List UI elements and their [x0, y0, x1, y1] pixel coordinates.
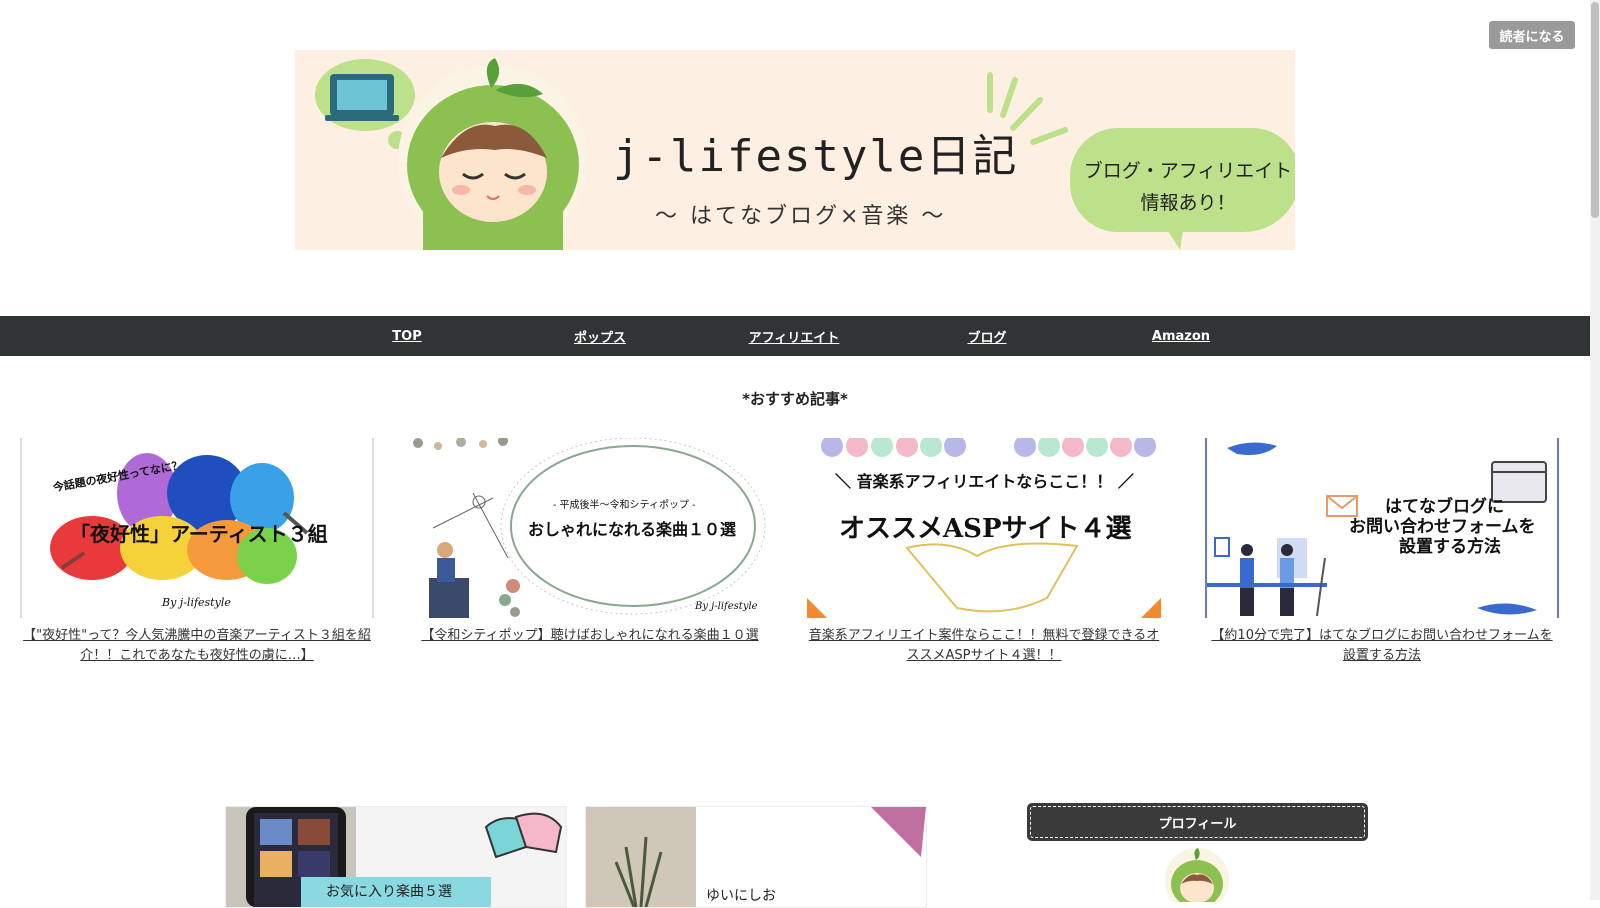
- nav-item-top[interactable]: TOP: [392, 316, 421, 356]
- thumb-caption-main: オススメASPサイト４選: [839, 514, 1132, 544]
- recommended-heading: *おすすめ記事*: [742, 390, 848, 408]
- profile-avatar[interactable]: [1164, 842, 1234, 902]
- card-thumbnail[interactable]: 今話題の夜好性ってなに？ 「夜好性」アーティスト３組 By j-lifestyl…: [20, 438, 374, 618]
- blog-title: j-lifestyle日記: [613, 131, 1019, 182]
- thumb-caption-main: 「夜好性」アーティスト３組: [70, 522, 328, 546]
- scrollbar-thumb[interactable]: [1591, 2, 1599, 218]
- bubble-line-1: ブログ・アフィリエイト: [1083, 160, 1293, 182]
- thumb-signature: By j-lifestyle: [695, 601, 758, 612]
- nav-item-amazon[interactable]: Amazon: [1152, 316, 1210, 356]
- nav-item-pops[interactable]: ポップス: [574, 316, 626, 356]
- blog-subtitle: ～ はてなブログ×音楽 ～: [655, 204, 947, 229]
- bubble-line-2: 情報あり！: [1140, 192, 1236, 214]
- card-thumbnail[interactable]: はてなブログに お問い合わせフォームを 設置する方法: [1205, 438, 1559, 618]
- profile-heading-label: プロフィール: [1030, 806, 1365, 838]
- thumb-caption-small: ＼ 音楽系アフィリエイトならここ！！ ／: [835, 472, 1134, 491]
- card-title-link[interactable]: 【"夜好性"って？今人気沸騰中の音楽アーティスト３組を紹介！！これであなたも夜好…: [20, 626, 374, 666]
- article-caption: ゆいにしお: [706, 888, 776, 904]
- card-thumbnail[interactable]: - 平成後半～令和シティポップ - おしゃれになれる楽曲１０選 By j-lif…: [413, 438, 767, 618]
- article-card[interactable]: ゆいにしお: [585, 806, 927, 908]
- thumb-caption-line-3: 設置する方法: [1399, 537, 1501, 557]
- card-title-link[interactable]: 【約10分で完了】はてなブログにお問い合わせフォームを設置する方法: [1205, 626, 1559, 666]
- recommended-card[interactable]: - 平成後半～令和シティポップ - おしゃれになれる楽曲１０選 By j-lif…: [413, 438, 767, 646]
- nav-item-affiliate[interactable]: アフィリエイト: [749, 316, 840, 356]
- recommended-card[interactable]: ＼ 音楽系アフィリエイトならここ！！ ／ オススメASPサイト４選 音楽系アフィ…: [807, 438, 1161, 666]
- article-caption: お気に入り楽曲５選: [326, 884, 452, 900]
- thumb-signature: By j-lifestyle: [162, 596, 231, 609]
- nav-item-blog[interactable]: ブログ: [967, 316, 1006, 356]
- thumb-caption-small: - 平成後半～令和シティポップ -: [553, 500, 696, 511]
- subscribe-button[interactable]: 読者になる: [1489, 21, 1575, 49]
- speech-bubble-text: ブログ・アフィリエイト 情報あり！: [1083, 155, 1293, 219]
- card-title-link[interactable]: 【令和シティポップ】聴けばおしゃれになれる楽曲１０選: [413, 626, 767, 646]
- page-scrollbar[interactable]: [1590, 0, 1600, 900]
- article-card[interactable]: お気に入り楽曲５選: [225, 806, 567, 908]
- blog-header-banner[interactable]: j-lifestyle日記 ～ はてなブログ×音楽 ～ ブログ・アフィリエイト …: [295, 50, 1295, 250]
- thumb-caption-main: おしゃれになれる楽曲１０選: [528, 520, 737, 539]
- global-nav: TOP ポップス アフィリエイト ブログ Amazon: [0, 316, 1590, 356]
- profile-heading: プロフィール: [1027, 803, 1368, 841]
- recommended-card[interactable]: 今話題の夜好性ってなに？ 「夜好性」アーティスト３組 By j-lifestyl…: [20, 438, 374, 666]
- recommended-card[interactable]: はてなブログに お問い合わせフォームを 設置する方法 【約10分で完了】はてなブ…: [1205, 438, 1559, 666]
- card-title-link[interactable]: 音楽系アフィリエイト案件ならここ！！無料で登録できるオススメASPサイト４選！！: [807, 626, 1161, 666]
- card-thumbnail[interactable]: ＼ 音楽系アフィリエイトならここ！！ ／ オススメASPサイト４選: [807, 438, 1161, 618]
